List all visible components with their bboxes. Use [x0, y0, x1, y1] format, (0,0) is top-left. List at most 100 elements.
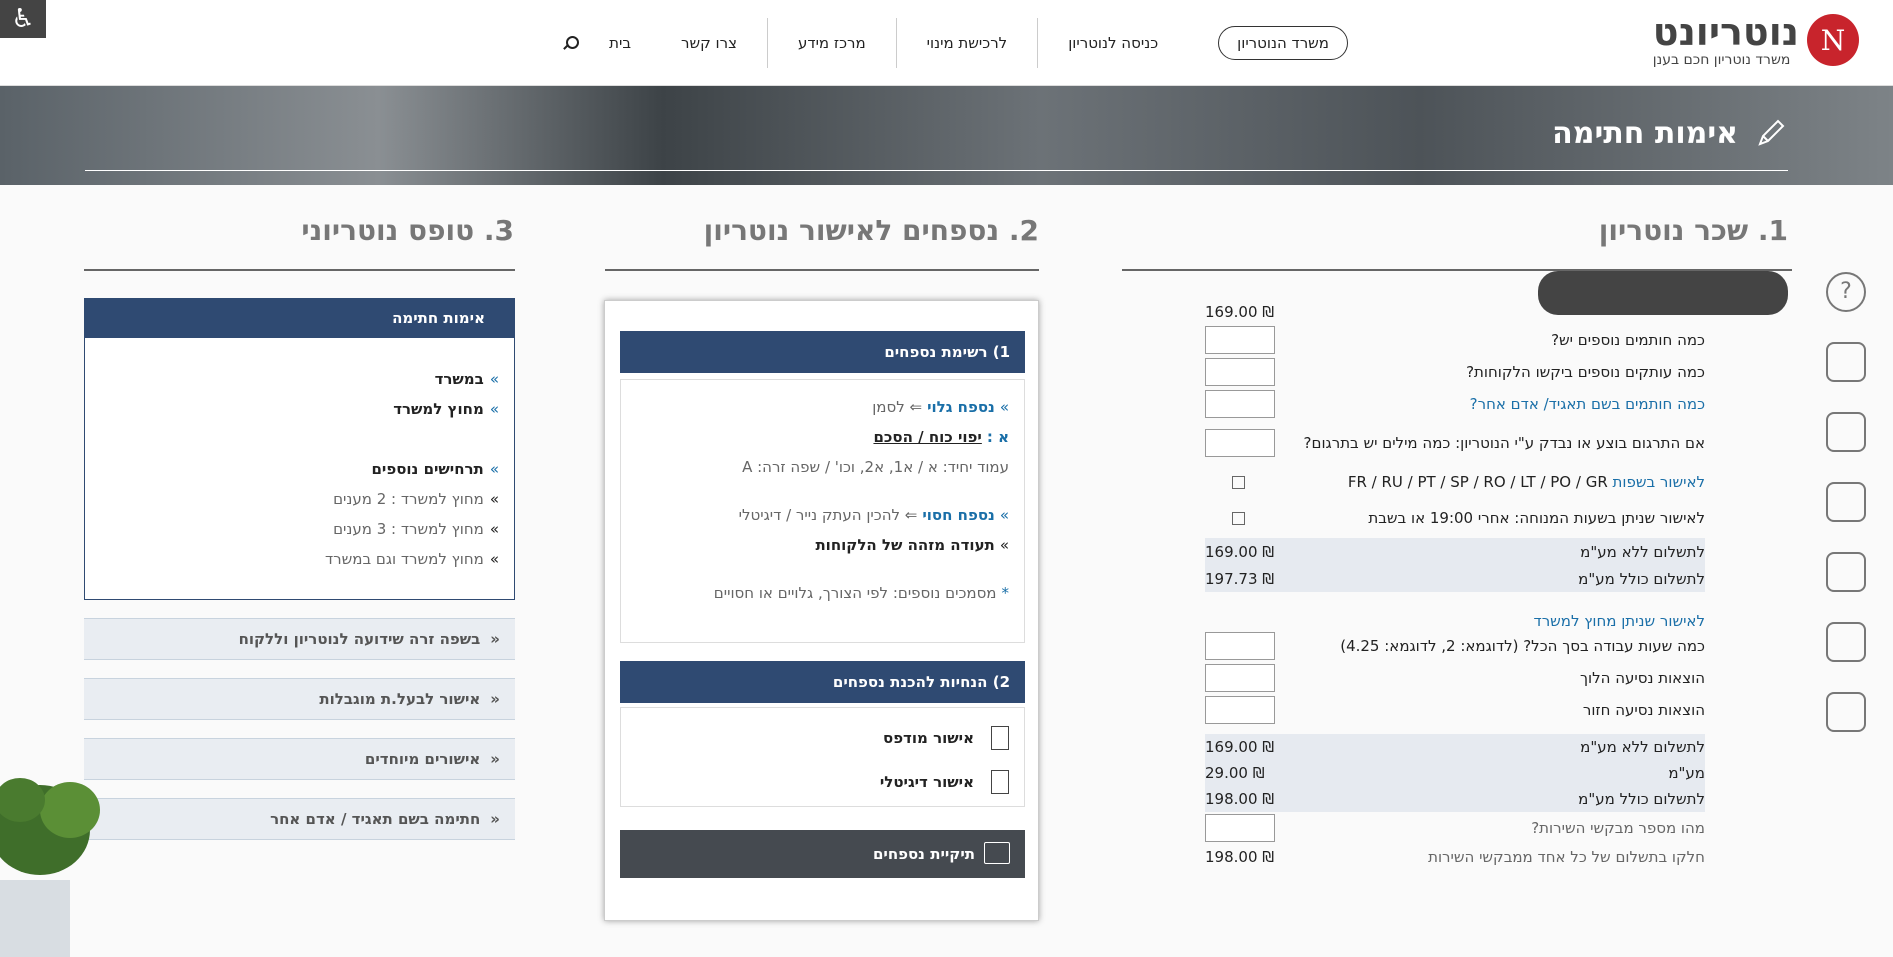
printed-approval-link[interactable]: אישור מודפס	[883, 729, 974, 747]
form-panel-title: אימות חתימה	[392, 309, 485, 327]
digital-approval-link[interactable]: אישור דיגיטלי	[880, 773, 974, 791]
download-folder-button[interactable]: תיקיית נספחים	[620, 830, 1025, 878]
lang-label: לאישור בשפות	[1612, 473, 1705, 491]
calculator-icon[interactable]	[1826, 412, 1866, 452]
outside-row-label: כמה שעות עבודה בסך הכל? (לדוגמא: 2, לדוג…	[1340, 637, 1705, 655]
search-icon[interactable]	[561, 34, 580, 52]
download-label: תיקיית נספחים	[872, 845, 975, 863]
accessibility-icon[interactable]: ♿	[0, 0, 46, 38]
form-item-office[interactable]: במשרד	[435, 370, 484, 388]
form-heading: 3. טופס נוטריוני	[301, 214, 514, 247]
extra-signers-input[interactable]	[1205, 326, 1275, 354]
fee-heading: 1. שכר נוטריון	[1598, 214, 1788, 247]
form-heading-line	[84, 269, 515, 271]
accordion-label: חתימה בשם תאגיד / אדם אחר	[270, 810, 481, 828]
nav-subscription[interactable]: לרכישת מינוי	[897, 18, 1038, 68]
fee-row-label: כמה חותמים נוספים יש?	[1551, 331, 1705, 349]
sum-label: לתשלום כולל מע"מ	[1578, 569, 1705, 588]
outside-title: לאישור שניתן מחוץ למשרד	[1533, 612, 1706, 630]
nav-home[interactable]: בית	[589, 34, 651, 52]
requesters-input[interactable]	[1205, 814, 1275, 842]
docs-heading: 2. נספחים לאישור נוטריון	[703, 214, 1039, 247]
outside-row-label: הוצאות נסיעה הלוך	[1579, 669, 1705, 687]
mouse-icon[interactable]	[1826, 622, 1866, 662]
word-count-input[interactable]	[1205, 429, 1275, 457]
accordion-special[interactable]: «אישורים מיוחדים	[84, 738, 515, 780]
sum-label: מע"מ	[1668, 764, 1705, 782]
nav-contact[interactable]: צרו קשר	[651, 18, 767, 68]
open-appendix-link[interactable]: נספח גלוי	[927, 398, 995, 416]
accordion-label: בשפה זרה שידועה לנוטריון וללקוח	[238, 630, 481, 648]
form-panel-body: » במשרד » מחוץ למשרד » תרחישים נוספים » מחוץ…	[84, 338, 515, 600]
form-panel: אימות חתימה » במשרד » מחוץ למשרד » תרחישים …	[84, 298, 515, 840]
docs-list: » נספח גלוי ⇐ לסמן א : יפוי כוח / הסכם עמוד…	[620, 379, 1025, 643]
nav-divider	[895, 18, 897, 68]
afterhours-label: לאישור שניתן בשעות המנוחה: אחרי 19:00 או…	[1368, 509, 1705, 527]
books-icon[interactable]	[1826, 342, 1866, 382]
sum-label: לתשלום ללא מע"מ	[1580, 542, 1705, 561]
logo[interactable]: N נוטריונט משרד נוטריון חכם בענן	[1653, 12, 1859, 68]
video-chat-icon[interactable]	[1826, 692, 1866, 732]
lang-codes: FR / RU / PT / SP / RO / LT / PO / GR	[1347, 473, 1608, 491]
hero-banner: אימות חתימה	[0, 86, 1893, 185]
requesters-label: מהו מספר מבקשי השירות?	[1531, 819, 1705, 837]
nav-office-button[interactable]: משרד הנוטריון	[1218, 26, 1348, 60]
main-nav: משרד הנוטריון כניסה לנוטריון לרכישת מינו…	[561, 0, 1348, 86]
accordion-corporate[interactable]: «חתימה בשם תאגיד / אדם אחר	[84, 798, 515, 840]
appendix-a-label: א :	[986, 428, 1009, 446]
extra-scenario-item[interactable]: מחוץ למשרד וגם במשרד	[325, 550, 484, 568]
form-panel-header[interactable]: אימות חתימה	[84, 298, 515, 338]
fee-row-label: כמה חותמים בשם תאגיד/ אדם אחר?	[1469, 395, 1705, 413]
extra-copies-input[interactable]	[1205, 358, 1275, 386]
extra-docs-note: מסמכים נוספים: לפי הצורך, גלויים או חסוי…	[713, 584, 997, 602]
side-toolbar	[1826, 272, 1866, 762]
form-item-outside[interactable]: מחוץ למשרד	[393, 400, 484, 418]
hidden-appendix-note: ⇐ להכין העתק נייר / דיגיטלי	[738, 506, 918, 524]
nav-divider	[1037, 18, 1039, 68]
docs-heading-line	[605, 269, 1039, 271]
pencil-icon	[1758, 119, 1785, 146]
travel-out-input[interactable]	[1205, 664, 1275, 692]
sum-label: לתשלום ללא מע"מ	[1580, 738, 1705, 756]
plant-image	[0, 778, 100, 957]
sum-value: 197.73 ₪	[1205, 569, 1275, 588]
extra-scenario-item[interactable]: מחוץ למשרד : 3 מענים	[333, 520, 484, 538]
fee-row-label: כמה עותקים נוספים ביקשו הלקוחות?	[1466, 363, 1705, 381]
appendix-a-title[interactable]: יפוי כוח / הסכם	[873, 428, 981, 446]
fee-calculator: 169.00 ₪ כמה חותמים נוספים יש? כמה עותקי…	[1205, 300, 1705, 870]
tools-icon[interactable]	[1826, 552, 1866, 592]
printer-icon[interactable]	[1826, 482, 1866, 522]
split-value: 198.00 ₪	[1205, 848, 1275, 866]
docs-guide-header: 2) הנחיות להכנת נספחים	[620, 661, 1025, 703]
lang-checkbox[interactable]	[1232, 475, 1245, 489]
docs-panel: 1) רשימת נספחים » נספח גלוי ⇐ לסמן א : יפוי…	[604, 300, 1039, 921]
extra-scenario-item[interactable]: מחוץ למשרד : 2 מענים	[333, 490, 484, 508]
page-title: אימות חתימה	[1552, 116, 1738, 151]
docs-list-header: 1) רשימת נספחים	[620, 331, 1025, 373]
logo-mark: N	[1807, 14, 1859, 66]
accordion-foreign-language[interactable]: «בשפה זרה שידועה לנוטריון וללקוח	[84, 618, 515, 660]
nav-divider	[767, 18, 768, 68]
base-fee: 169.00 ₪	[1205, 303, 1275, 321]
top-bar: N נוטריונט משרד נוטריון חכם בענן משרד הנ…	[0, 0, 1893, 86]
fee-row-label: אם התרגום בוצע או נבדק ע"י הנוטריון: כמה…	[1303, 434, 1705, 452]
printed-doc-icon	[991, 726, 1009, 750]
help-icon[interactable]	[1826, 272, 1866, 312]
corp-signers-input[interactable]	[1205, 390, 1275, 418]
work-hours-input[interactable]	[1205, 632, 1275, 660]
sum-value: 29.00 ₪	[1205, 764, 1265, 782]
nav-notary-login[interactable]: כניסה לנוטריון	[1038, 18, 1188, 68]
travel-back-input[interactable]	[1205, 696, 1275, 724]
extra-scenarios-title: תרחישים נוספים	[371, 460, 484, 478]
open-appendix-note: ⇐ לסמן	[872, 398, 923, 416]
accordion-label: אישור לבעל.ת מוגבלות	[319, 690, 481, 708]
accordion-disability[interactable]: «אישור לבעל.ת מוגבלות	[84, 678, 515, 720]
accordion-label: אישורים מיוחדים	[364, 750, 481, 768]
banner-divider	[85, 170, 1788, 171]
hidden-appendix-link[interactable]: נספח חסוי	[922, 506, 994, 524]
sum-label: לתשלום כולל מע"מ	[1578, 790, 1705, 808]
split-label: חלקו בתשלום של כל אחד ממבקשי השירות	[1428, 848, 1705, 866]
nav-info-center[interactable]: מרכז מידע	[768, 18, 896, 68]
afterhours-checkbox[interactable]	[1232, 511, 1245, 525]
docs-guide: אישור מודפס אישור דיגיטלי	[620, 707, 1025, 807]
